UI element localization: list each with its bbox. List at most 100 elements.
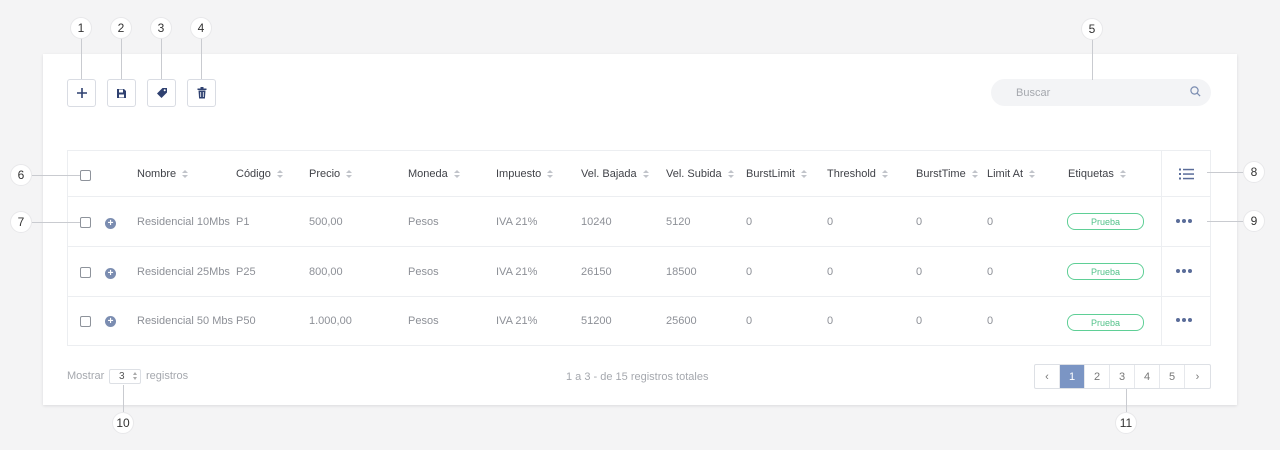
content-card: Nombre Código Precio Moneda Impuesto Vel… [43,54,1237,405]
cell-precio: 1.000,00 [309,315,352,327]
row-actions-menu-icon[interactable] [1176,318,1192,322]
cell-threshold: 0 [827,315,834,327]
column-header-limit-at[interactable]: Limit At [987,151,1036,196]
sort-icon [800,169,807,178]
column-header-vel-bajada[interactable]: Vel. Bajada [581,151,649,196]
cell-bursttime: 0 [916,315,923,327]
pagination: ‹ 1 2 3 4 5 › [1034,364,1211,389]
plus-icon [76,88,87,98]
search-box [991,79,1211,106]
sort-icon [276,169,283,178]
plans-table: Nombre Código Precio Moneda Impuesto Vel… [67,150,1211,346]
tag-badge[interactable]: Prueba [1067,213,1144,230]
table-row: + Residencial 50 Mbs P50 1.000,00 Pesos … [68,297,1210,345]
expand-row-icon[interactable]: + [105,316,116,327]
sort-icon [1119,169,1126,178]
cell-moneda: Pesos [408,315,439,327]
page-button-5[interactable]: 5 [1160,365,1185,388]
floppy-disk-icon [117,88,126,98]
cell-impuesto: IVA 21% [496,315,538,327]
tag-badge[interactable]: Prueba [1067,314,1144,331]
column-header-bursttime[interactable]: BurstTime [916,151,978,196]
cell-bursttime: 0 [916,266,923,278]
cell-burstlimit: 0 [746,315,753,327]
cell-vel-subida: 5120 [666,216,691,228]
column-header-impuesto[interactable]: Impuesto [496,151,554,196]
cell-codigo: P50 [236,315,256,327]
cell-limit-at: 0 [987,266,994,278]
column-header-burstlimit[interactable]: BurstLimit [746,151,807,196]
cell-threshold: 0 [827,266,834,278]
tag-icon [156,88,167,98]
row-actions-menu-icon[interactable] [1176,219,1192,223]
search-icon[interactable] [1190,86,1201,97]
sort-icon [642,169,649,178]
callout-5: 5 [1081,18,1103,40]
delete-button[interactable] [187,79,216,107]
cell-codigo: P25 [236,266,256,278]
page-button-4[interactable]: 4 [1135,365,1160,388]
cell-precio: 500,00 [309,216,343,228]
column-header-nombre[interactable]: Nombre [137,151,189,196]
cell-vel-subida: 18500 [666,266,697,278]
callout-4: 4 [190,17,212,39]
callout-2: 2 [110,17,132,39]
callout-3: 3 [150,17,172,39]
column-header-etiquetas[interactable]: Etiquetas [1068,151,1126,196]
expand-row-icon[interactable]: + [105,218,116,229]
prev-page-button[interactable]: ‹ [1035,365,1060,388]
row-checkbox[interactable] [80,316,91,327]
column-header-moneda[interactable]: Moneda [408,151,460,196]
save-button[interactable] [107,79,136,107]
column-header-precio[interactable]: Precio [309,151,353,196]
show-label: Mostrar [67,370,105,382]
column-header-vel-subida[interactable]: Vel. Subida [666,151,734,196]
cell-vel-bajada: 51200 [581,315,612,327]
row-actions-menu-icon[interactable] [1176,269,1192,273]
row-checkbox[interactable] [80,217,91,228]
row-checkbox[interactable] [80,267,91,278]
sort-icon [881,169,888,178]
sort-icon [971,169,978,178]
column-header-codigo[interactable]: Código [236,151,283,196]
add-button[interactable] [67,79,96,107]
page-size-value: 3 [119,371,125,382]
page-button-1[interactable]: 1 [1060,365,1085,388]
cell-impuesto: IVA 21% [496,266,538,278]
page-button-2[interactable]: 2 [1085,365,1110,388]
page-button-3[interactable]: 3 [1110,365,1135,388]
stepper-arrows-icon[interactable] [133,372,137,380]
cell-nombre: Residencial 50 Mbs [137,315,233,327]
callout-11: 11 [1115,412,1137,434]
callout-7: 7 [10,211,32,233]
sort-icon [453,169,460,178]
sort-icon [346,169,353,178]
table-header-row: Nombre Código Precio Moneda Impuesto Vel… [68,151,1210,197]
callout-8: 8 [1243,161,1265,183]
cell-vel-bajada: 26150 [581,266,612,278]
sort-icon [547,169,554,178]
records-label: registros [146,370,189,382]
cell-codigo: P1 [236,216,250,228]
search-input[interactable] [991,79,1211,106]
list-icon[interactable] [1179,168,1194,180]
cell-limit-at: 0 [987,315,994,327]
cell-moneda: Pesos [408,266,439,278]
tag-button[interactable] [147,79,176,107]
select-all-checkbox[interactable] [80,170,91,181]
column-header-threshold[interactable]: Threshold [827,151,888,196]
cell-moneda: Pesos [408,216,439,228]
sort-icon [182,169,189,178]
cell-vel-subida: 25600 [666,315,697,327]
sort-icon [727,169,734,178]
expand-row-icon[interactable]: + [105,268,116,279]
tag-badge[interactable]: Prueba [1067,263,1144,280]
page-size-stepper[interactable]: 3 [109,369,141,384]
cell-bursttime: 0 [916,216,923,228]
cell-impuesto: IVA 21% [496,216,538,228]
next-page-button[interactable]: › [1185,365,1210,388]
cell-nombre: Residencial 25Mbs [137,266,230,278]
table-row: + Residencial 10Mbs P1 500,00 Pesos IVA … [68,197,1210,247]
callout-6: 6 [10,164,32,186]
callout-10: 10 [112,412,134,434]
